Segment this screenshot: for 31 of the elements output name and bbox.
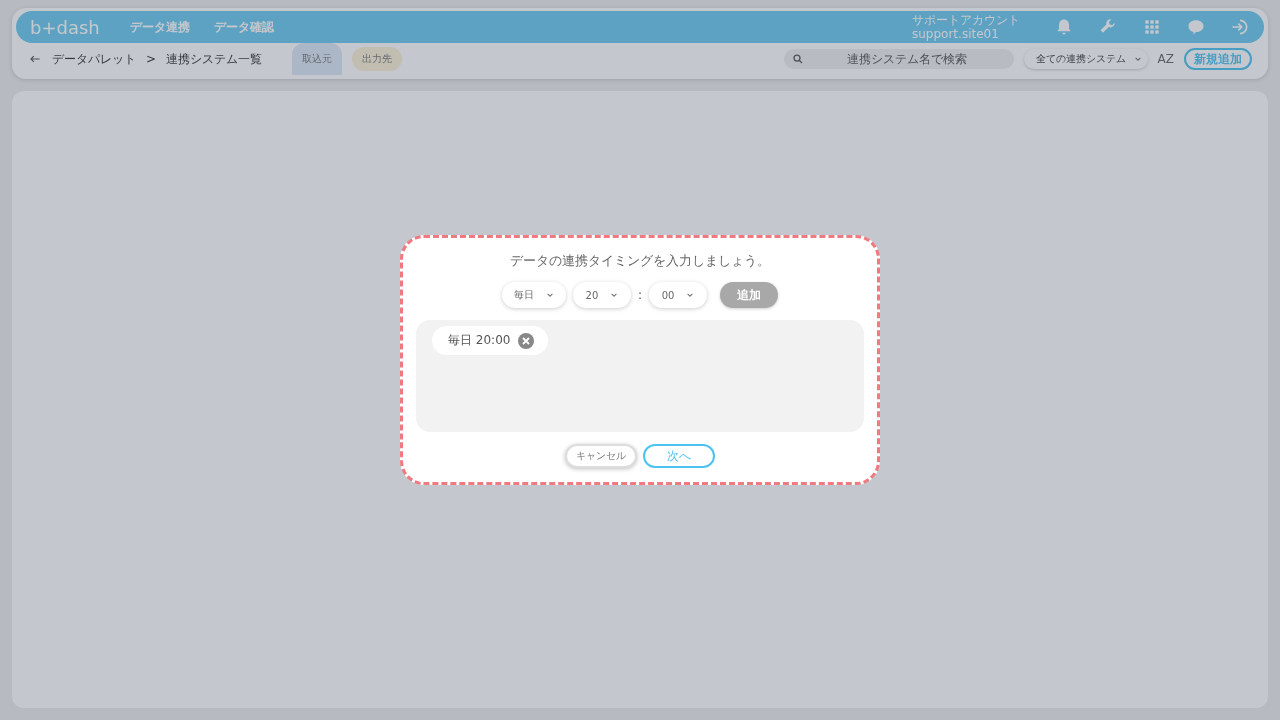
search-field[interactable]: 連携システム名で検索 <box>783 49 1014 69</box>
chevron-down-icon <box>545 291 554 299</box>
account-name: サポートアカウント <box>912 13 1020 27</box>
logo[interactable]: b+dash <box>30 16 100 38</box>
hour-select[interactable]: 20 <box>572 282 631 308</box>
nav-link[interactable]: データ確認 <box>213 18 274 36</box>
add-new-button[interactable]: 新規追加 <box>1184 48 1252 70</box>
grid-icon[interactable] <box>1142 17 1162 37</box>
tab[interactable]: 取込元 <box>292 43 343 75</box>
sort-button[interactable]: AZ <box>1157 52 1174 66</box>
frequency-select[interactable]: 毎日 <box>501 282 566 308</box>
minute-select[interactable]: 00 <box>649 282 707 308</box>
breadcrumb-separator: > <box>146 52 157 66</box>
time-colon: : <box>637 288 642 302</box>
dialog-title: データの連携タイミングを入力しましょう。 <box>510 252 770 270</box>
chat-icon[interactable] <box>1186 17 1206 37</box>
system-filter-select[interactable]: 全ての連携システム <box>1023 49 1148 69</box>
remove-icon[interactable] <box>518 332 535 349</box>
schedule-label: 毎日 20:00 <box>448 332 511 349</box>
next-button[interactable]: 次へ <box>643 444 715 468</box>
cancel-button[interactable]: キャンセル <box>565 444 637 468</box>
tab[interactable]: 出力先 <box>352 47 403 71</box>
search-icon <box>791 53 804 65</box>
breadcrumb-link[interactable]: データパレット <box>52 50 136 68</box>
logout-icon[interactable] <box>1230 17 1250 37</box>
account-id: support.site01 <box>912 27 1000 41</box>
chevron-down-icon <box>686 291 695 299</box>
breadcrumb-current: 連携システム一覧 <box>166 50 263 68</box>
chevron-down-icon <box>1133 55 1142 63</box>
nav-link[interactable]: データ連携 <box>129 18 190 36</box>
chevron-down-icon <box>610 291 619 299</box>
